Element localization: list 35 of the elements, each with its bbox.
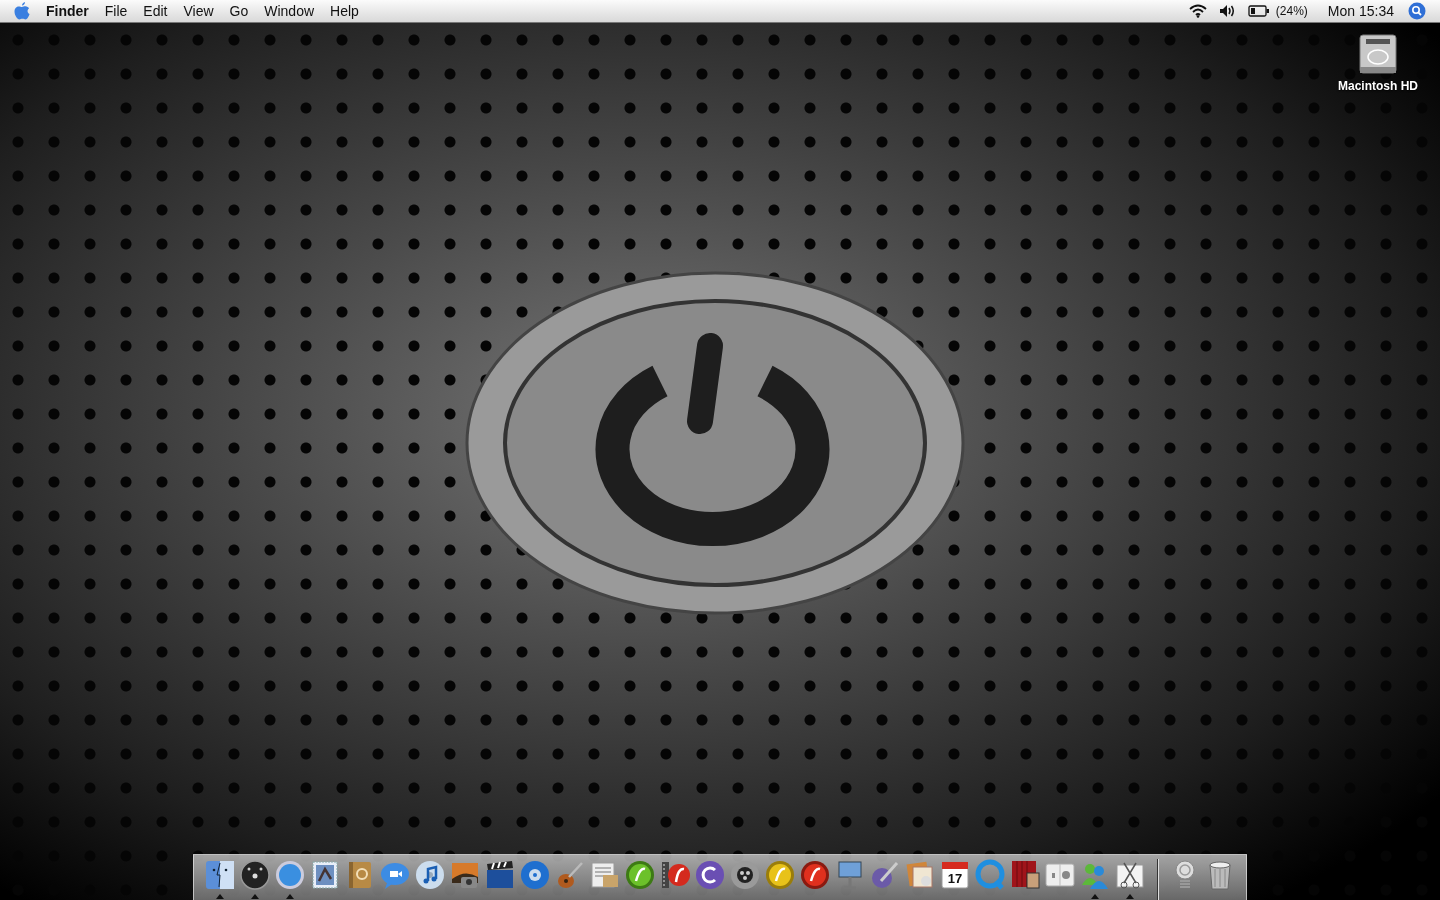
apple-icon[interactable] bbox=[14, 2, 30, 20]
face-icon bbox=[204, 859, 236, 891]
desktop-icon-label[interactable]: Macintosh HD bbox=[1338, 79, 1418, 93]
app-menu[interactable]: Finder bbox=[38, 0, 97, 22]
menu-item[interactable]: File bbox=[96, 0, 136, 22]
speaker-icon[interactable] bbox=[1218, 4, 1236, 18]
hard-drive-icon[interactable] bbox=[1356, 31, 1400, 75]
dock-icon[interactable] bbox=[239, 859, 271, 900]
calendar-icon bbox=[939, 859, 971, 891]
search-icon[interactable] bbox=[1408, 2, 1426, 20]
logo-icon bbox=[624, 859, 656, 891]
disc-icon bbox=[519, 859, 551, 891]
logo-icon bbox=[799, 859, 831, 891]
pen-icon bbox=[869, 859, 901, 891]
menu-item[interactable]: Go bbox=[221, 0, 257, 22]
menu-item[interactable]: Window bbox=[256, 0, 323, 22]
battery-icon[interactable] bbox=[1247, 5, 1270, 17]
menu-item[interactable]: Help bbox=[322, 0, 367, 22]
logo-icon bbox=[694, 859, 726, 891]
menu-item[interactable]: View bbox=[175, 0, 222, 22]
menu-clock[interactable]: Mon 15:34 bbox=[1315, 3, 1402, 19]
menu-item[interactable]: Edit bbox=[135, 0, 176, 22]
gauge-icon bbox=[239, 859, 271, 891]
calendar-date: 17 bbox=[946, 871, 964, 886]
wifi-icon[interactable] bbox=[1188, 4, 1207, 18]
battery-percent: (24%) bbox=[1275, 4, 1309, 18]
stamp-icon bbox=[309, 859, 341, 891]
clapper-icon bbox=[484, 859, 516, 891]
music-disc-icon bbox=[414, 859, 446, 891]
film-strip-icon bbox=[659, 859, 691, 891]
ring-icon bbox=[974, 859, 1006, 891]
dock-icon[interactable] bbox=[204, 859, 236, 900]
logo-icon bbox=[764, 859, 796, 891]
cards-icon bbox=[904, 859, 936, 891]
curtain-icon bbox=[1009, 859, 1041, 891]
